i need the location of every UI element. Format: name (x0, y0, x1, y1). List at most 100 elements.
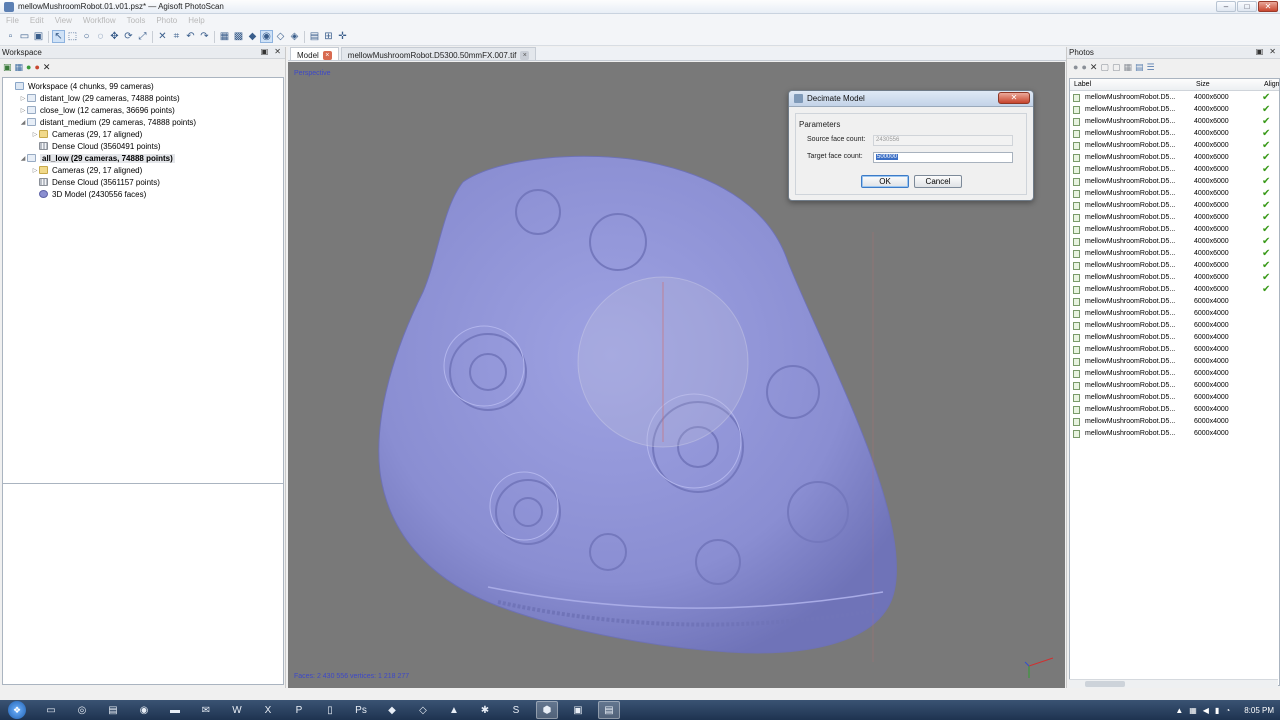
tray-battery-icon[interactable]: ▮ (1215, 706, 1219, 715)
wireframe-icon[interactable]: ◇ (274, 30, 287, 43)
tree-node[interactable]: ▷ close_low (12 cameras, 36696 points) (19, 104, 175, 116)
expand-arrow-icon[interactable]: ▷ (19, 107, 27, 114)
table-row[interactable]: mellowMushroomRobot.D5... 4000x6000 ✔ (1070, 212, 1279, 224)
add-chunk-icon[interactable]: ▣ (3, 62, 12, 73)
taskbar-excel-icon[interactable]: X (257, 701, 279, 719)
taskbar-chrome-icon[interactable]: ◉ (133, 701, 155, 719)
delete-icon[interactable]: ✕ (156, 30, 169, 43)
taskbar-photoshop-icon[interactable]: Ps (350, 701, 372, 719)
textured-icon[interactable]: ◈ (288, 30, 301, 43)
table-row[interactable]: mellowMushroomRobot.D5... 6000x4000 (1070, 344, 1279, 356)
tree-node[interactable]: ▷ Cameras (29, 17 aligned) (31, 164, 143, 176)
menu-help[interactable]: Help (182, 14, 209, 28)
table-row[interactable]: mellowMushroomRobot.D5... 6000x4000 (1070, 320, 1279, 332)
enable-photo-icon[interactable]: ● (1073, 62, 1078, 72)
navigation-tool-icon[interactable]: ↖ (52, 30, 65, 43)
open-file-icon[interactable]: ▭ (18, 30, 31, 43)
table-row[interactable]: mellowMushroomRobot.D5... 6000x4000 (1070, 308, 1279, 320)
tray-wifi-icon[interactable]: ◔ (1225, 706, 1230, 715)
table-row[interactable]: mellowMushroomRobot.D5... 4000x6000 ✔ (1070, 152, 1279, 164)
taskbar-app-icon[interactable]: ▣ (567, 701, 589, 719)
move-icon[interactable]: ✥ (108, 30, 121, 43)
expand-arrow-icon[interactable]: ▷ (31, 167, 39, 174)
taskbar-app-icon[interactable]: ✱ (474, 701, 496, 719)
table-row[interactable]: mellowMushroomRobot.D5... 4000x6000 ✔ (1070, 260, 1279, 272)
col-label[interactable]: Label (1074, 81, 1091, 88)
taskbar-terminal-icon[interactable]: ▬ (164, 701, 186, 719)
tree-node[interactable]: ▷ distant_low (29 cameras, 74888 points) (19, 92, 180, 104)
tree-node[interactable]: ▷ Cameras (29, 17 aligned) (31, 128, 143, 140)
tree-node[interactable]: Dense Cloud (3561157 points) (31, 176, 160, 188)
menu-view[interactable]: View (49, 14, 77, 28)
new-file-icon[interactable]: ▫ (4, 30, 17, 43)
undo-icon[interactable]: ↶ (184, 30, 197, 43)
taskbar-media-icon[interactable]: ◎ (71, 701, 93, 719)
table-row[interactable]: mellowMushroomRobot.D5... 6000x4000 (1070, 392, 1279, 404)
dialog-close-button[interactable]: ✕ (998, 92, 1030, 104)
start-button[interactable]: ❖ (8, 701, 26, 719)
close-window-button[interactable]: ✕ (1258, 1, 1278, 12)
tab-photo[interactable]: mellowMushroomRobot.D5300.50mmFX.007.tif… (340, 47, 537, 60)
tree-node[interactable]: 3D Model (2430556 faces) (31, 188, 146, 200)
taskbar-acrobat-icon[interactable]: ▲ (443, 701, 465, 719)
table-row[interactable]: mellowMushroomRobot.D5... 6000x4000 (1070, 416, 1279, 428)
tray-arrow-icon[interactable]: ▲ (1175, 706, 1183, 715)
taskbar-word-icon[interactable]: W (226, 701, 248, 719)
taskbar-outlook-icon[interactable]: ✉ (195, 701, 217, 719)
table-row[interactable]: mellowMushroomRobot.D5... 4000x6000 ✔ (1070, 140, 1279, 152)
redo-icon[interactable]: ↷ (198, 30, 211, 43)
cancel-button[interactable]: Cancel (914, 175, 962, 188)
target-face-count-field[interactable]: 500000 (873, 152, 1013, 163)
tree-node[interactable]: ◢ all_low (29 cameras, 74888 points) (19, 152, 175, 164)
close-panel-icon[interactable]: ✕ (274, 47, 281, 56)
dense-cloud-icon[interactable]: ▩ (232, 30, 245, 43)
resize-icon[interactable]: ⤢ (136, 30, 149, 43)
tray-volume-icon[interactable]: ◀ (1203, 706, 1209, 715)
expand-arrow-icon[interactable]: ◢ (19, 155, 27, 162)
menu-photo[interactable]: Photo (150, 14, 182, 28)
table-row[interactable]: mellowMushroomRobot.D5... 6000x4000 (1070, 332, 1279, 344)
tree-node[interactable]: ◢ distant_medium (29 cameras, 74888 point… (19, 116, 196, 128)
tray-network-icon[interactable]: ▦ (1189, 706, 1197, 715)
remove-icon[interactable]: ✕ (43, 62, 51, 73)
table-row[interactable]: mellowMushroomRobot.D5... 4000x6000 ✔ (1070, 116, 1279, 128)
mask-icon[interactable]: ▦ (1123, 62, 1132, 73)
taskbar-app-icon[interactable]: ◇ (412, 701, 434, 719)
table-row[interactable]: mellowMushroomRobot.D5... 6000x4000 (1070, 356, 1279, 368)
circle-select-icon[interactable]: ○ (80, 30, 93, 43)
table-row[interactable]: mellowMushroomRobot.D5... 4000x6000 ✔ (1070, 176, 1279, 188)
remove-photo-icon[interactable]: ✕ (1090, 62, 1098, 73)
undock-icon[interactable]: ▣ (261, 47, 269, 56)
table-row[interactable]: mellowMushroomRobot.D5... 4000x6000 ✔ (1070, 284, 1279, 296)
table-row[interactable]: mellowMushroomRobot.D5... 4000x6000 ✔ (1070, 236, 1279, 248)
rotate-icon[interactable]: ⟳ (122, 30, 135, 43)
table-row[interactable]: mellowMushroomRobot.D5... 6000x4000 (1070, 380, 1279, 392)
taskbar-document-icon[interactable]: ▯ (319, 701, 341, 719)
clock[interactable]: 8:05 PM (1244, 706, 1274, 715)
add-photos-icon[interactable]: ▦ (15, 62, 24, 73)
tree-node[interactable]: Workspace (4 chunks, 99 cameras) (7, 80, 154, 92)
rotate-left-icon[interactable]: ▢ (1100, 62, 1109, 73)
enable-icon[interactable]: ● (26, 62, 31, 72)
close-panel-icon[interactable]: ✕ (1269, 47, 1276, 56)
table-row[interactable]: mellowMushroomRobot.D5... 4000x6000 ✔ (1070, 200, 1279, 212)
tab-model[interactable]: Model × (290, 47, 339, 60)
table-row[interactable]: mellowMushroomRobot.D5... 4000x6000 ✔ (1070, 92, 1279, 104)
close-tab-icon[interactable]: × (322, 50, 332, 60)
taskbar-photoscan-icon[interactable]: ⬢ (536, 701, 558, 719)
photos-hscrollbar[interactable] (1069, 679, 1278, 688)
close-tab-icon[interactable]: × (520, 50, 530, 60)
taskbar-explorer-icon[interactable]: ▤ (102, 701, 124, 719)
menu-workflow[interactable]: Workflow (77, 14, 121, 28)
table-row[interactable]: mellowMushroomRobot.D5... 4000x6000 ✔ (1070, 104, 1279, 116)
perspective-icon[interactable]: ⊞ (322, 30, 335, 43)
table-row[interactable]: mellowMushroomRobot.D5... 4000x6000 ✔ (1070, 248, 1279, 260)
ok-button[interactable]: OK (861, 175, 909, 188)
expand-arrow-icon[interactable]: ◢ (19, 119, 27, 126)
table-row[interactable]: mellowMushroomRobot.D5... 4000x6000 ✔ (1070, 224, 1279, 236)
minimize-button[interactable]: – (1216, 1, 1236, 12)
menu-edit[interactable]: Edit (24, 14, 49, 28)
solid-model-icon[interactable]: ◉ (260, 30, 273, 43)
shaded-icon[interactable]: ◆ (246, 30, 259, 43)
tree-node[interactable]: Dense Cloud (3560491 points) (31, 140, 161, 152)
